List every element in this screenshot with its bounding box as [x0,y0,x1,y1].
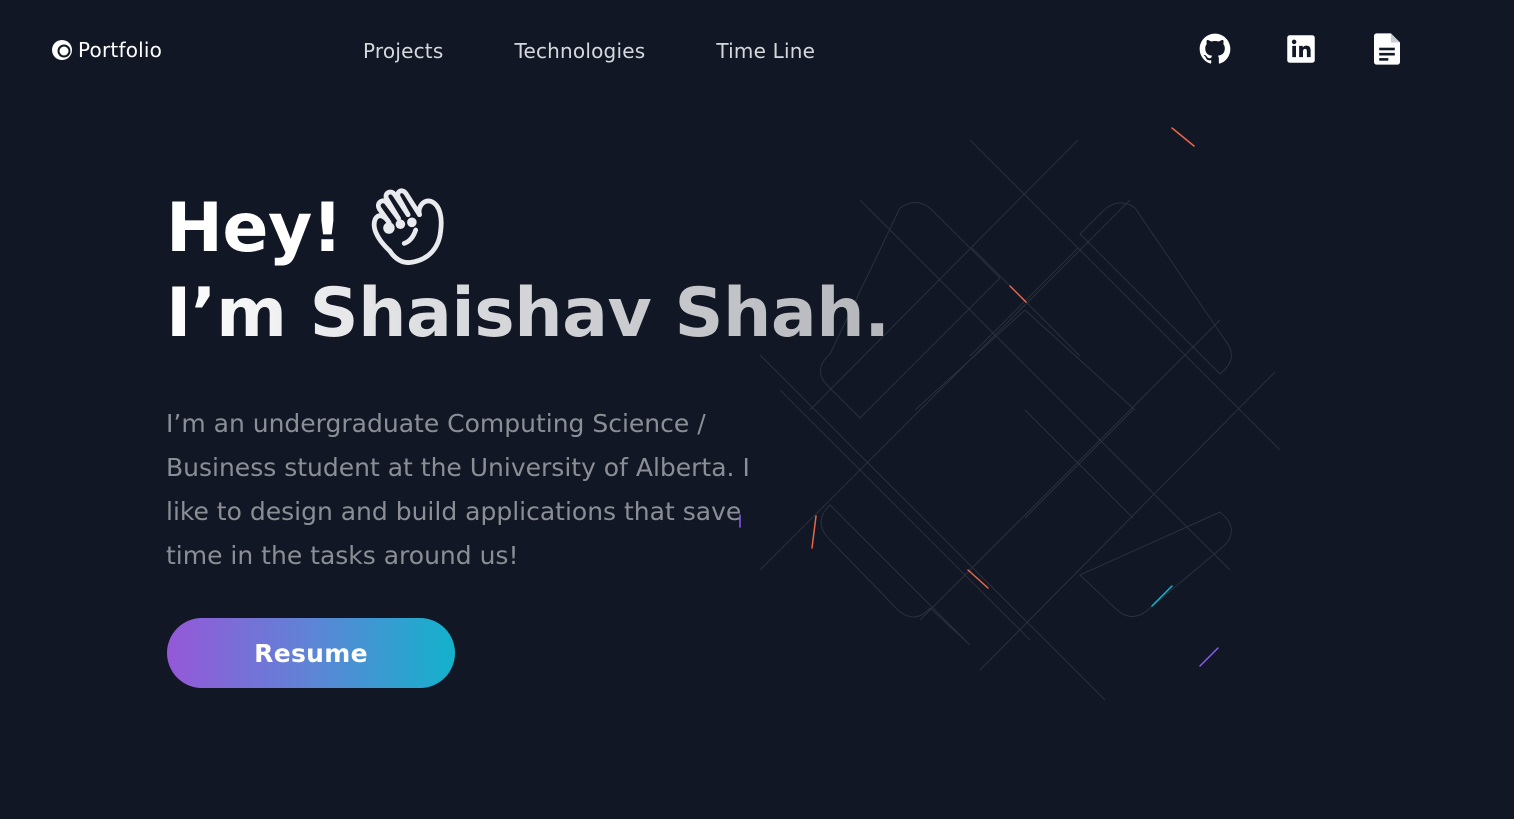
logo-link[interactable]: Portfolio [50,36,162,64]
resume-document-icon[interactable] [1370,32,1404,66]
hero-description: I’m an undergraduate Computing Science /… [166,409,750,570]
waving-hand-icon [372,188,444,265]
github-icon[interactable] [1198,32,1232,66]
logo-label: Portfolio [78,38,163,62]
nav-links: Projects Technologies Time Line [363,36,886,66]
linkedin-icon[interactable] [1284,32,1318,66]
hero-name: I’m Shaishav Shah. [166,272,890,356]
hero-heading: Hey! I’m Shaishav Shah. [166,186,890,356]
nav-link-technologies[interactable]: Technologies [514,36,645,66]
social-icons [1198,32,1404,66]
nav-link-projects[interactable]: Projects [363,36,443,66]
hero-greeting-line: Hey! [166,186,890,272]
top-navigation: Portfolio Projects Technologies Time Lin… [0,0,1514,100]
portfolio-logo-icon [52,40,72,60]
resume-button[interactable]: Resume [167,618,455,688]
page: Portfolio Projects Technologies Time Lin… [0,0,1514,819]
nav-link-timeline[interactable]: Time Line [716,36,815,66]
hero-greeting: Hey! [166,189,343,268]
